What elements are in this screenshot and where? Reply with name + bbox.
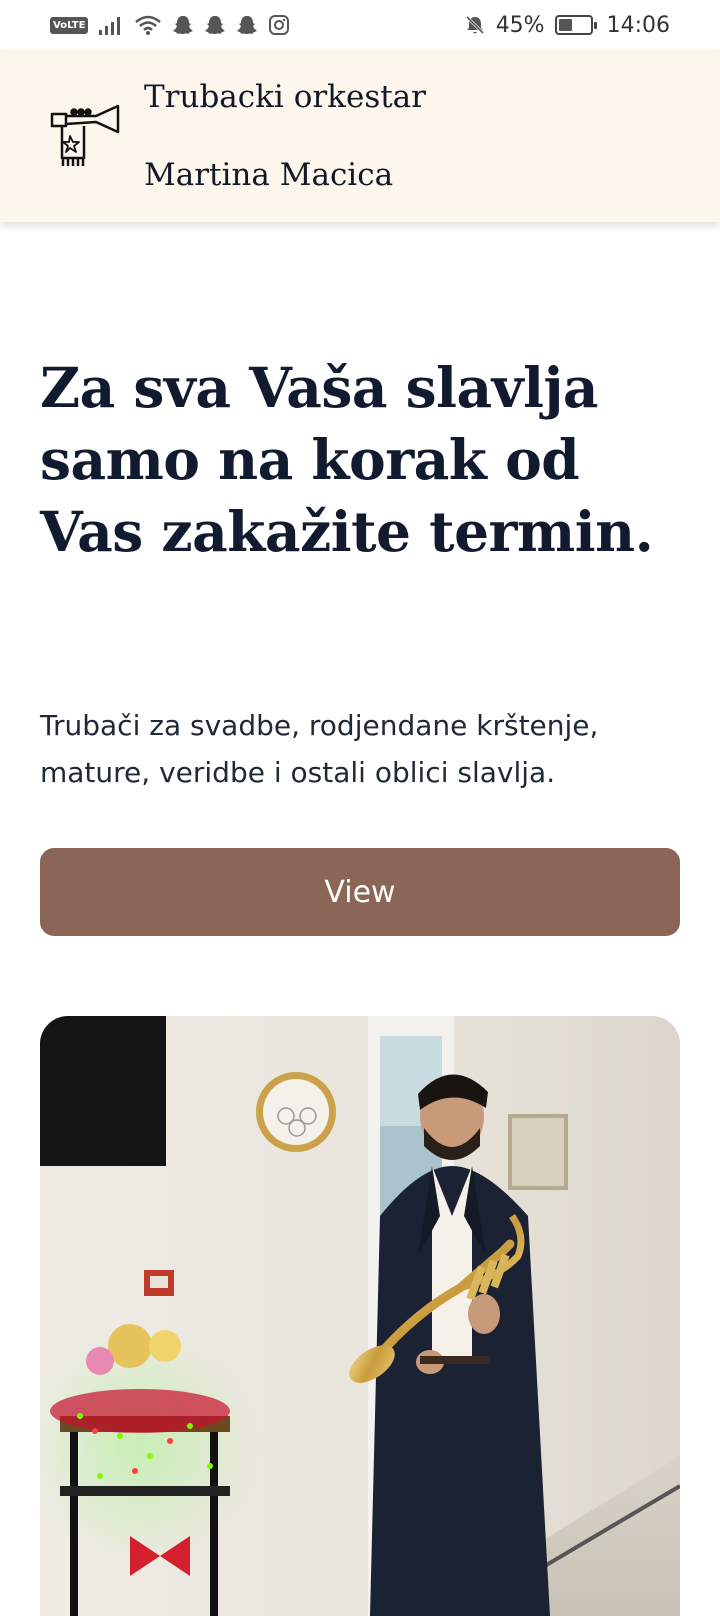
snapchat-icon [204,14,226,36]
instagram-icon [268,14,290,36]
brand-line-1: Trubacki orkestar [144,78,426,115]
signal-icon [98,14,124,36]
snapchat-icon [172,14,194,36]
hero-description: Trubači za svadbe, rodjendane krštenje, … [40,709,599,789]
snapchat-icon [236,14,258,36]
status-bar-left: VoLTE [50,14,290,36]
view-button[interactable]: View [40,848,680,936]
trumpet-logo-icon[interactable] [48,104,122,168]
hero-title: Za sva Vaša slavlja samo na korak od Vas… [40,355,654,564]
trumpeter-photo-illustration [40,1016,680,1616]
wifi-icon [134,14,162,36]
status-bar-right: 45% 14:06 [464,13,670,38]
bell-muted-icon [464,14,486,36]
brand-line-2: Martina Macica [144,156,394,193]
battery-percent: 45% [495,12,545,38]
brand-name[interactable]: Trubacki orkestar Martina Macica [144,39,426,234]
site-header: Trubacki orkestar Martina Macica [0,50,720,222]
battery-level [558,19,573,31]
hero-photo [40,1016,680,1616]
battery-icon [554,15,597,35]
clock: 14:06 [606,12,670,38]
volte-icon: VoLTE [50,16,89,34]
